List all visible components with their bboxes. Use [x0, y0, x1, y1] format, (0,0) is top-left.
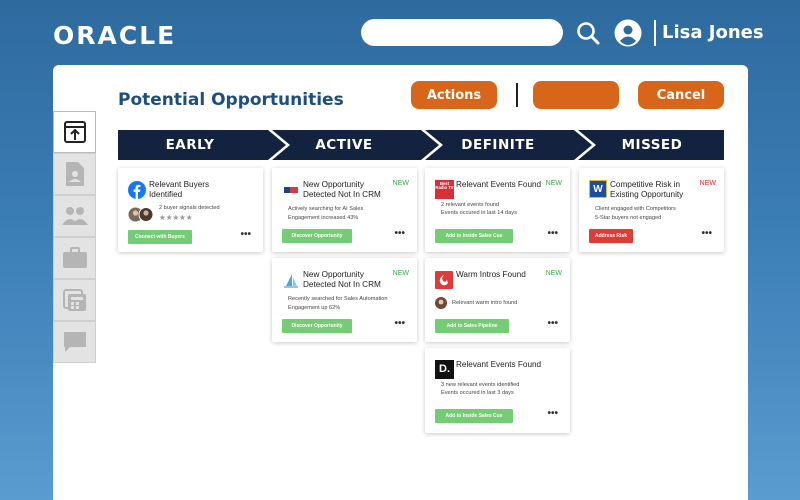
- card-detail: Client engaged with Competitors: [595, 206, 676, 212]
- actions-button[interactable]: Actions: [411, 81, 497, 109]
- warm-intros-logo-icon: [435, 271, 453, 289]
- buyer-avatars: [128, 207, 154, 222]
- opportunity-card-early[interactable]: Relevant Buyers Identified 2 buyer signa…: [118, 168, 263, 252]
- new-badge: NEW: [392, 180, 409, 187]
- best-radio-logo: Best Radio TV: [435, 180, 454, 199]
- opportunity-card-active-1[interactable]: New Opportunity Detected Not In CRM NEW …: [272, 168, 417, 252]
- new-badge: NEW: [545, 270, 562, 277]
- stage-missed[interactable]: MISSED: [587, 137, 717, 153]
- new-badge: NEW: [545, 180, 562, 187]
- discover-opportunity-button[interactable]: Discover Opportunity: [282, 229, 352, 243]
- card-detail: 3 new relevant events identified: [441, 382, 520, 388]
- d-logo: D.: [435, 360, 454, 379]
- more-options-icon[interactable]: •••: [547, 318, 558, 329]
- button-divider: [516, 83, 518, 107]
- card-title: Warm Intros Found: [456, 270, 526, 279]
- sidebar-item-calculator[interactable]: [53, 279, 96, 321]
- user-name[interactable]: Lisa Jones: [662, 22, 764, 43]
- card-detail: Relevant warm intro found: [452, 300, 518, 306]
- card-detail: Recently searched for Sales Automation: [288, 296, 388, 302]
- card-detail: 2 relevant events found: [441, 202, 500, 208]
- chat-icon: [63, 332, 86, 352]
- card-title: Relevant Buyers Identified: [149, 180, 210, 199]
- add-to-inside-sales-cue-button[interactable]: Add to Inside Sales Cue: [435, 229, 513, 243]
- connect-with-buyers-button[interactable]: Connect with Buyers: [128, 230, 192, 244]
- card-title: New Opportunity Detected Not In CRM: [303, 270, 381, 289]
- card-title: Relevant Events Found: [456, 180, 542, 189]
- sidebar-item-document[interactable]: [53, 153, 96, 195]
- more-options-icon[interactable]: •••: [240, 229, 251, 240]
- more-options-icon[interactable]: •••: [701, 228, 712, 239]
- more-options-icon[interactable]: •••: [394, 228, 405, 239]
- opportunity-card-definite-1[interactable]: Best Radio TV Relevant Events Found NEW …: [425, 168, 570, 252]
- page-title: Potential Opportunities: [118, 90, 344, 110]
- rating-stars: ★★★★★: [159, 213, 193, 222]
- blank-action-button[interactable]: [533, 81, 619, 109]
- card-detail: Engagement increased 43%: [288, 215, 359, 221]
- opportunity-card-active-2[interactable]: New Opportunity Detected Not In CRM NEW …: [272, 258, 417, 342]
- stage-active[interactable]: ACTIVE: [279, 137, 409, 153]
- sail-logo-icon: [284, 274, 298, 288]
- sidebar-item-upload[interactable]: [53, 111, 96, 153]
- search-icon[interactable]: [575, 20, 601, 46]
- card-detail: Engagement up 62%: [288, 305, 341, 311]
- search-input[interactable]: [361, 19, 563, 46]
- stage-definite[interactable]: DEFINITE: [433, 137, 563, 153]
- address-risk-button[interactable]: Address Risk: [589, 229, 633, 243]
- sidebar-item-users[interactable]: [53, 195, 96, 237]
- briefcase-icon: [62, 247, 87, 268]
- contact-avatar: [435, 297, 447, 309]
- opportunity-card-definite-2[interactable]: Warm Intros Found NEW Relevant warm intr…: [425, 258, 570, 342]
- document-icon: [65, 162, 84, 186]
- card-title: Competitive Risk in Existing Opportunity: [610, 180, 684, 199]
- header-divider: [654, 20, 656, 46]
- add-to-inside-sales-cue-button[interactable]: Add to Inside Sales Cue: [435, 409, 513, 423]
- new-badge: NEW: [699, 180, 716, 187]
- w-logo: W: [589, 180, 607, 198]
- stage-early[interactable]: EARLY: [125, 137, 255, 153]
- user-avatar-icon[interactable]: [614, 19, 642, 47]
- new-badge: NEW: [392, 270, 409, 277]
- more-options-icon[interactable]: •••: [547, 228, 558, 239]
- opportunity-card-definite-3[interactable]: D. Relevant Events Found 3 new relevant …: [425, 348, 570, 433]
- add-to-sales-pipeline-button[interactable]: Add to Sales Pipeline: [435, 319, 509, 333]
- oracle-logo: ORACLE: [53, 21, 177, 50]
- more-options-icon[interactable]: •••: [547, 408, 558, 419]
- discover-opportunity-button[interactable]: Discover Opportunity: [282, 319, 352, 333]
- opportunity-card-missed[interactable]: W Competitive Risk in Existing Opportuni…: [579, 168, 724, 252]
- company-logo-icon: [284, 187, 298, 193]
- card-detail: 2 buyer signals detected: [159, 205, 220, 211]
- card-title: Relevant Events Found: [456, 360, 542, 369]
- facebook-icon: [128, 181, 146, 199]
- cancel-button[interactable]: Cancel: [638, 81, 724, 109]
- card-detail: Actively searching for AI Sales: [288, 206, 364, 212]
- card-title: New Opportunity Detected Not In CRM: [303, 180, 381, 199]
- upload-icon: [63, 121, 86, 143]
- card-detail: Events occured in last 14 days: [441, 210, 517, 216]
- card-detail: 5-Star buyers not engaged: [595, 215, 662, 221]
- sidebar-item-briefcase[interactable]: [53, 237, 96, 279]
- users-icon: [61, 207, 88, 225]
- more-options-icon[interactable]: •••: [394, 318, 405, 329]
- card-detail: Events occured in last 3 days: [441, 390, 514, 396]
- sidebar-item-chat[interactable]: [53, 321, 96, 363]
- calculator-icon: [62, 289, 86, 311]
